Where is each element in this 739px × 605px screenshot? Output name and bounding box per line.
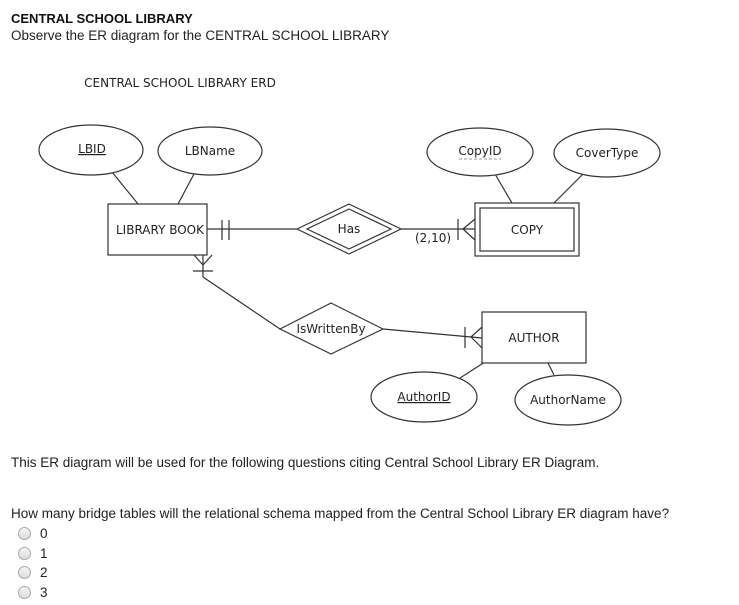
line-librarybook-iswrittenby <box>202 276 281 330</box>
attribute-covertype-label: CoverType <box>576 146 639 160</box>
er-diagram: LBID LBName CopyID CoverType AuthorID Au… <box>38 76 661 426</box>
answer-option-0[interactable]: 0 <box>18 524 48 544</box>
attribute-authorid-label: AuthorID <box>397 390 450 404</box>
answer-option-label: 3 <box>40 584 48 600</box>
line-iswrittenby-author <box>382 328 483 339</box>
entity-author-label: AUTHOR <box>508 331 559 345</box>
entity-copy-label: COPY <box>511 223 544 237</box>
diagram-title: CENTRAL SCHOOL LIBRARY ERD <box>84 76 276 90</box>
relationship-iswrittenby-label: IsWrittenBy <box>296 322 365 336</box>
page-title: CENTRAL SCHOOL LIBRARY <box>11 11 193 26</box>
crowfoot-right <box>202 254 213 266</box>
connector-lbid <box>111 171 139 205</box>
connector-authorname <box>547 362 555 376</box>
attribute-lbid-label: LBID <box>78 142 106 156</box>
answer-option-3[interactable]: 3 <box>18 583 48 603</box>
radio-button[interactable] <box>18 527 31 541</box>
connector-authorid <box>459 361 486 379</box>
attribute-lbname-label: LBName <box>185 144 235 158</box>
question-text: How many bridge tables will the relation… <box>11 506 670 521</box>
relationship-has-label: Has <box>338 222 361 236</box>
crowfoot-left <box>193 254 204 266</box>
answer-option-2[interactable]: 2 <box>18 563 48 583</box>
page-subtitle: Observe the ER diagram for the CENTRAL S… <box>11 28 390 43</box>
connector-covertype <box>553 173 584 204</box>
answer-option-label: 0 <box>40 526 48 542</box>
diagram-note: This ER diagram will be used for the fol… <box>11 455 600 470</box>
answer-option-label: 2 <box>40 565 48 581</box>
radio-button[interactable] <box>18 585 31 599</box>
attribute-copyid-label: CopyID <box>458 144 501 158</box>
entity-library-book-label: LIBRARY BOOK <box>116 223 205 237</box>
answer-options: 0 1 2 3 <box>18 524 48 602</box>
cardinality-label: (2,10) <box>415 231 451 245</box>
answer-option-label: 1 <box>40 545 48 561</box>
crowfoot-bottom <box>470 336 483 349</box>
connector-lbname <box>177 173 195 205</box>
radio-button[interactable] <box>18 546 31 560</box>
crowfoot-top <box>470 326 483 338</box>
crowfoot-top <box>462 218 476 230</box>
attribute-authorname-label: AuthorName <box>530 393 606 407</box>
answer-option-1[interactable]: 1 <box>18 544 48 564</box>
connector-copyid <box>494 173 513 204</box>
crowfoot-bottom <box>462 228 476 241</box>
radio-button[interactable] <box>18 566 31 580</box>
